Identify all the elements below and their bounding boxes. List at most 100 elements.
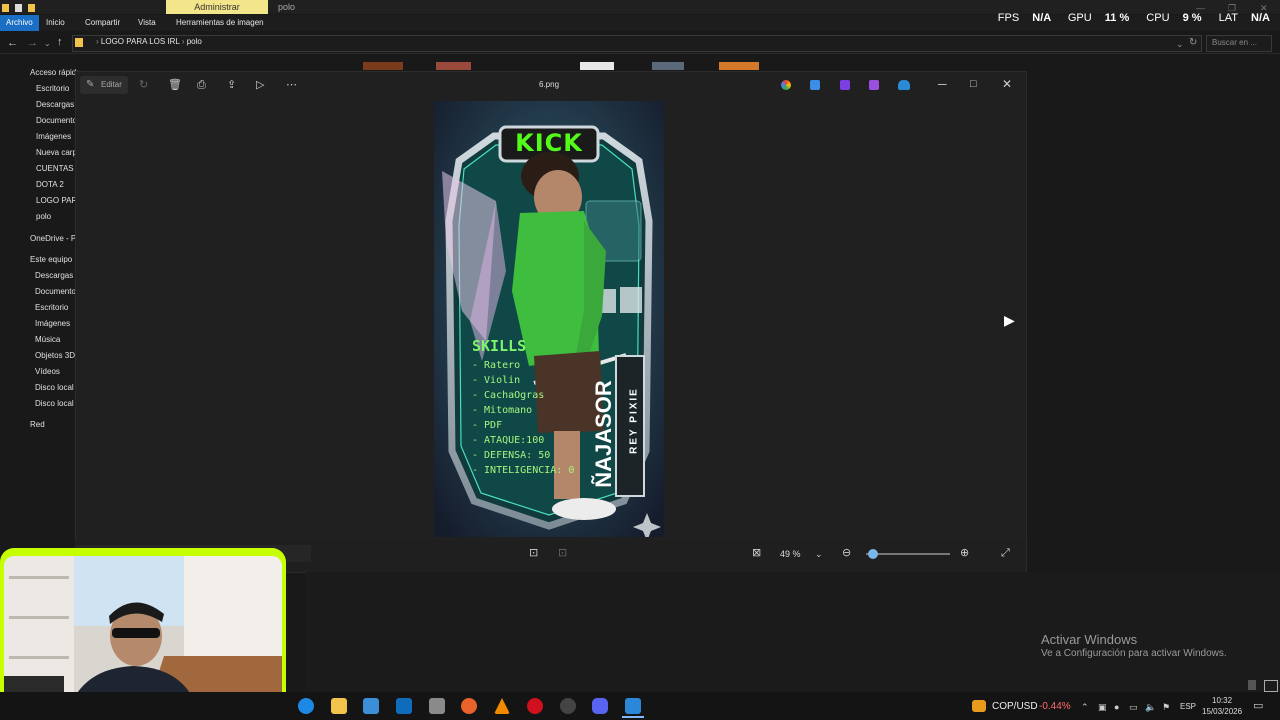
obs-icon[interactable] — [560, 698, 576, 714]
card-brand: KICK — [515, 129, 583, 157]
notifications-icon[interactable]: ▭ — [1253, 700, 1263, 712]
finance-widget-icon[interactable] — [972, 700, 986, 712]
file-thumbnail[interactable] — [652, 62, 684, 70]
edge-icon[interactable] — [298, 698, 314, 714]
zoom-level[interactable]: 49 % — [780, 549, 801, 559]
app-icon[interactable] — [429, 698, 445, 714]
nav-label: Documentos — [35, 287, 80, 296]
discord-icon[interactable] — [592, 698, 608, 714]
address-bar[interactable] — [72, 35, 1202, 52]
file-thumbnail[interactable] — [363, 62, 403, 70]
next-image-icon[interactable]: ▶ — [1004, 313, 1015, 327]
tab-herramientas[interactable]: Herramientas de imagen — [170, 15, 270, 31]
gpu-label: GPU — [1067, 12, 1092, 24]
nav-onedrive[interactable]: ☁OneDrive - Personal — [30, 234, 78, 243]
file-thumbnail[interactable] — [580, 62, 614, 70]
file-thumbnail[interactable] — [719, 62, 759, 70]
nav-pc-disco-d[interactable]: Disco local (D:) — [35, 399, 75, 408]
nav-label: Música — [35, 335, 61, 344]
fit-to-window-icon[interactable]: ⊠ — [752, 547, 761, 559]
nav-label: Descargas — [36, 100, 75, 109]
nav-label: Escritorio — [35, 303, 69, 312]
address-dropdown-icon[interactable]: ⌄ — [1176, 38, 1184, 50]
share-icon[interactable]: ⇪ — [227, 79, 236, 91]
video-editor-icon[interactable] — [869, 80, 879, 90]
tab-administrar[interactable]: Administrar — [166, 0, 268, 14]
photos-icon[interactable] — [625, 698, 641, 714]
close-icon[interactable]: ✕ — [1002, 78, 1012, 90]
network-tray-icon[interactable]: ⚑ — [1162, 701, 1170, 713]
microphone-icon[interactable]: ● — [1114, 701, 1119, 713]
skill-item: - ATAQUE:100 — [472, 435, 545, 446]
crop-text-icon[interactable]: ⊡ — [558, 547, 567, 559]
up-arrow-icon[interactable]: ↑ — [57, 36, 63, 48]
tray-chevron-icon[interactable]: ⌃ — [1081, 701, 1089, 713]
tab-vista[interactable]: Vista — [132, 15, 162, 31]
refresh-icon[interactable]: ↻ — [1189, 37, 1197, 49]
active-app-indicator — [622, 716, 644, 718]
clock-time[interactable]: 10:32 — [1212, 696, 1232, 705]
zoom-slider-handle[interactable] — [868, 549, 878, 559]
fullscreen-icon[interactable]: ⤢ — [1001, 547, 1010, 559]
file-name: 6.png — [539, 80, 560, 89]
minimize-icon[interactable]: ─ — [938, 78, 947, 90]
opera-icon[interactable] — [527, 698, 543, 714]
file-thumbnail[interactable] — [436, 62, 471, 70]
tab-archivo[interactable]: Archivo — [0, 15, 39, 31]
nav-label: OneDrive - Personal — [30, 234, 78, 243]
zoom-dropdown-icon[interactable]: ⌄ — [815, 548, 823, 560]
back-arrow-icon[interactable]: ← — [7, 37, 18, 49]
zoom-in-icon[interactable]: ⊕ — [960, 547, 969, 559]
tab-inicio[interactable]: Inicio — [40, 15, 71, 31]
outlook-icon[interactable] — [396, 698, 412, 714]
zoom-out-icon[interactable]: ⊖ — [842, 547, 851, 559]
lat-label: LAT — [1218, 12, 1238, 24]
edit-icon: ✎ — [86, 79, 95, 90]
store-icon[interactable] — [363, 698, 379, 714]
rotate-icon[interactable]: ↻ — [139, 79, 148, 91]
breadcrumb-item[interactable]: polo — [187, 37, 202, 46]
details-view-icon[interactable] — [1248, 680, 1256, 690]
nav-label: Este equipo — [30, 255, 73, 264]
nav-label: CUENTAS — [36, 164, 74, 173]
copilot-icon[interactable] — [781, 80, 791, 90]
device-icon[interactable]: ▣ — [1098, 701, 1107, 713]
edit-label: Editar — [101, 80, 122, 89]
nav-label: Red — [30, 420, 45, 429]
designer-icon[interactable] — [810, 80, 820, 90]
nav-label: Disco local (C:) — [35, 383, 75, 392]
fps-label: FPS — [997, 12, 1020, 24]
people-scan-icon[interactable]: ⊡ — [529, 547, 538, 559]
cpu-label: CPU — [1146, 12, 1170, 24]
onedrive-sync-icon[interactable] — [898, 80, 910, 90]
nav-label: polo — [36, 212, 52, 221]
tab-compartir[interactable]: Compartir — [79, 15, 126, 31]
ticker-symbol[interactable]: COP/USD — [992, 701, 1038, 712]
breadcrumb-item[interactable]: LOGO PARA LOS IRL — [101, 37, 180, 46]
slideshow-icon[interactable]: ▷ — [256, 79, 264, 91]
maximize-icon[interactable]: □ — [970, 78, 977, 90]
search-placeholder: Buscar en ... — [1212, 38, 1257, 47]
large-icons-view-icon[interactable] — [1264, 680, 1278, 692]
clipchamp-icon[interactable] — [840, 80, 850, 90]
nav-pc-disco-c[interactable]: Disco local (C:) — [35, 383, 75, 392]
window-title: polo — [278, 2, 296, 12]
zoom-slider[interactable] — [866, 553, 950, 555]
nav-quick-access[interactable]: ★ Acceso rápido — [30, 68, 78, 77]
display-icon[interactable]: ▭ — [1129, 701, 1138, 713]
cpu-value: 9 % — [1182, 12, 1202, 24]
delete-icon[interactable]: 🗑 — [168, 79, 182, 91]
nav-label: Acceso rápido — [30, 68, 78, 77]
nav-label: Disco local (D:) — [35, 399, 75, 408]
nav-este-equipo[interactable]: Este equipo — [30, 255, 78, 264]
input-language[interactable]: ESP — [1180, 702, 1196, 711]
recent-chevron-icon[interactable]: ⌄ — [44, 38, 51, 50]
file-explorer-icon[interactable] — [331, 698, 347, 714]
breadcrumb[interactable]: › LOGO PARA LOS IRL › polo — [96, 37, 202, 46]
forward-arrow-icon[interactable]: → — [27, 37, 38, 49]
clock-date[interactable]: 15/03/2026 — [1202, 707, 1242, 716]
firefox-icon[interactable] — [461, 698, 477, 714]
speaker-icon[interactable]: 🔈 — [1145, 701, 1156, 713]
more-options-icon[interactable]: ⋯ — [286, 79, 297, 91]
print-icon[interactable]: ⎙ — [197, 79, 206, 91]
